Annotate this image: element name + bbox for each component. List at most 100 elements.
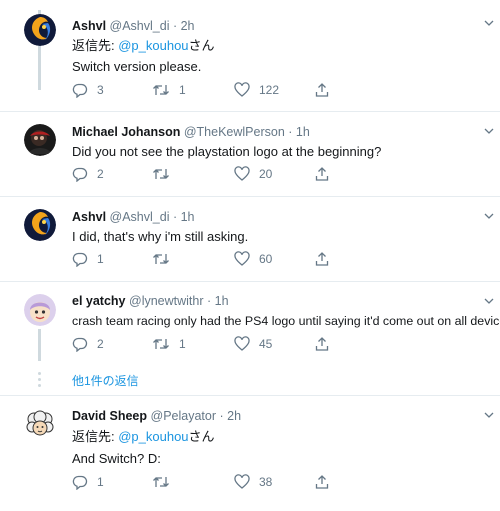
like-icon: [234, 251, 250, 266]
reply-icon: [72, 475, 88, 490]
timestamp[interactable]: 1h: [181, 210, 195, 224]
retweet-button[interactable]: [152, 250, 179, 268]
retweet-count: 1: [179, 337, 186, 351]
reply-icon: [72, 337, 88, 352]
show-more-replies-link[interactable]: 他1件の返信: [72, 372, 139, 389]
display-name[interactable]: David Sheep: [72, 409, 147, 423]
avatar[interactable]: [24, 294, 56, 326]
share-button[interactable]: [314, 473, 330, 491]
reply-button[interactable]: 1: [72, 250, 104, 268]
chevron-down-icon[interactable]: [484, 126, 494, 136]
retweet-button[interactable]: 1: [152, 81, 186, 99]
tweet-2[interactable]: Michael Johanson @TheKewlPerson · 1h Did…: [0, 112, 500, 196]
share-icon: [315, 337, 329, 351]
reply-count: 1: [97, 475, 104, 489]
timestamp[interactable]: 1h: [296, 125, 310, 139]
reply-to-mention[interactable]: @p_kouhou: [118, 429, 188, 444]
tweet-text: Did you not see the playstation logo at …: [72, 144, 382, 159]
reply-to: 返信先: @p_kouhouさん: [72, 429, 215, 445]
thread-dots: [36, 372, 44, 390]
retweet-icon: [153, 254, 169, 264]
reply-to-suffix: さん: [188, 38, 215, 53]
reply-icon: [72, 167, 88, 182]
retweet-button[interactable]: [152, 165, 179, 183]
tweet-text: I did, that's why i'm still asking.: [72, 229, 249, 244]
tweet-header: David Sheep @Pelayator · 2h: [72, 408, 241, 424]
tweet-header: Ashvl @Ashvl_di · 2h: [72, 18, 195, 34]
reply-button[interactable]: 1: [72, 473, 104, 491]
tweet-actions: 2 1 45: [72, 335, 332, 353]
reply-button[interactable]: 2: [72, 165, 104, 183]
separator-dot: ·: [172, 210, 178, 224]
tweet-5[interactable]: David Sheep @Pelayator · 2h 返信先: @p_kouh…: [0, 396, 500, 511]
like-button[interactable]: 38: [234, 473, 272, 491]
separator-dot: ·: [207, 294, 212, 308]
reply-count: 3: [97, 83, 104, 97]
like-count: 45: [259, 337, 273, 351]
reply-count: 2: [97, 167, 104, 181]
retweet-count: 1: [179, 83, 186, 97]
tweet-actions: 3 1 122: [72, 81, 332, 99]
chevron-down-icon[interactable]: [484, 296, 494, 306]
reply-icon: [72, 252, 88, 267]
share-button[interactable]: [314, 165, 330, 183]
tweet-4[interactable]: el yatchy @lynewtwithr · 1h crash team r…: [0, 282, 500, 366]
reply-icon: [72, 83, 88, 98]
like-button[interactable]: 122: [234, 81, 279, 99]
avatar[interactable]: [24, 14, 56, 46]
avatar[interactable]: [24, 408, 56, 440]
tweet-text: Switch version please.: [72, 59, 202, 74]
reply-to-prefix: 返信先:: [72, 429, 119, 444]
timestamp[interactable]: 2h: [227, 409, 241, 423]
tweet-header: Ashvl @Ashvl_di · 1h: [72, 209, 195, 225]
user-handle[interactable]: @TheKewlPerson: [184, 125, 285, 139]
display-name[interactable]: el yatchy: [72, 294, 126, 308]
reply-button[interactable]: 2: [72, 335, 104, 353]
like-button[interactable]: 20: [234, 165, 272, 183]
like-icon: [234, 82, 250, 97]
share-button[interactable]: [314, 335, 330, 353]
chevron-down-icon[interactable]: [484, 18, 494, 28]
tweet-actions: 1 60: [72, 250, 332, 268]
user-handle[interactable]: @Pelayator: [151, 409, 217, 423]
like-count: 122: [259, 83, 280, 97]
like-button[interactable]: 60: [234, 250, 272, 268]
share-icon: [315, 83, 329, 97]
retweet-icon: [153, 169, 169, 179]
display-name[interactable]: Michael Johanson: [72, 125, 180, 139]
share-button[interactable]: [314, 250, 330, 268]
separator-dot: ·: [219, 409, 224, 423]
tweet-header: Michael Johanson @TheKewlPerson · 1h: [72, 124, 310, 140]
avatar[interactable]: [24, 124, 56, 156]
like-icon: [234, 166, 250, 181]
timestamp[interactable]: 2h: [181, 19, 195, 33]
reply-to-mention[interactable]: @p_kouhou: [118, 38, 188, 53]
reply-button[interactable]: 3: [72, 81, 104, 99]
user-handle[interactable]: @lynewtwithr: [129, 294, 204, 308]
like-icon: [234, 474, 250, 489]
share-button[interactable]: [314, 81, 330, 99]
reply-to-prefix: 返信先:: [72, 38, 119, 53]
user-handle[interactable]: @Ashvl_di: [110, 19, 170, 33]
tweet-1[interactable]: Ashvl @Ashvl_di · 2h 返信先: @p_kouhouさん Sw…: [0, 0, 500, 111]
display-name[interactable]: Ashvl: [72, 210, 106, 224]
retweet-button[interactable]: [152, 473, 179, 491]
timestamp[interactable]: 1h: [215, 294, 229, 308]
tweet-header: el yatchy @lynewtwithr · 1h: [72, 293, 229, 309]
like-count: 20: [259, 167, 273, 181]
like-icon: [234, 336, 250, 351]
chevron-down-icon[interactable]: [484, 410, 494, 420]
share-icon: [315, 167, 329, 181]
chevron-down-icon[interactable]: [484, 211, 494, 221]
like-button[interactable]: 45: [234, 335, 272, 353]
reply-count: 1: [97, 252, 104, 266]
display-name[interactable]: Ashvl: [72, 19, 106, 33]
avatar[interactable]: [24, 209, 56, 241]
retweet-button[interactable]: 1: [152, 335, 186, 353]
user-handle[interactable]: @Ashvl_di: [110, 210, 170, 224]
reply-to-suffix: さん: [188, 429, 215, 444]
retweet-icon: [153, 85, 169, 95]
share-icon: [315, 475, 329, 489]
tweet-text: And Switch? D:: [72, 451, 161, 466]
tweet-3[interactable]: Ashvl @Ashvl_di · 1h I did, that's why i…: [0, 197, 500, 281]
